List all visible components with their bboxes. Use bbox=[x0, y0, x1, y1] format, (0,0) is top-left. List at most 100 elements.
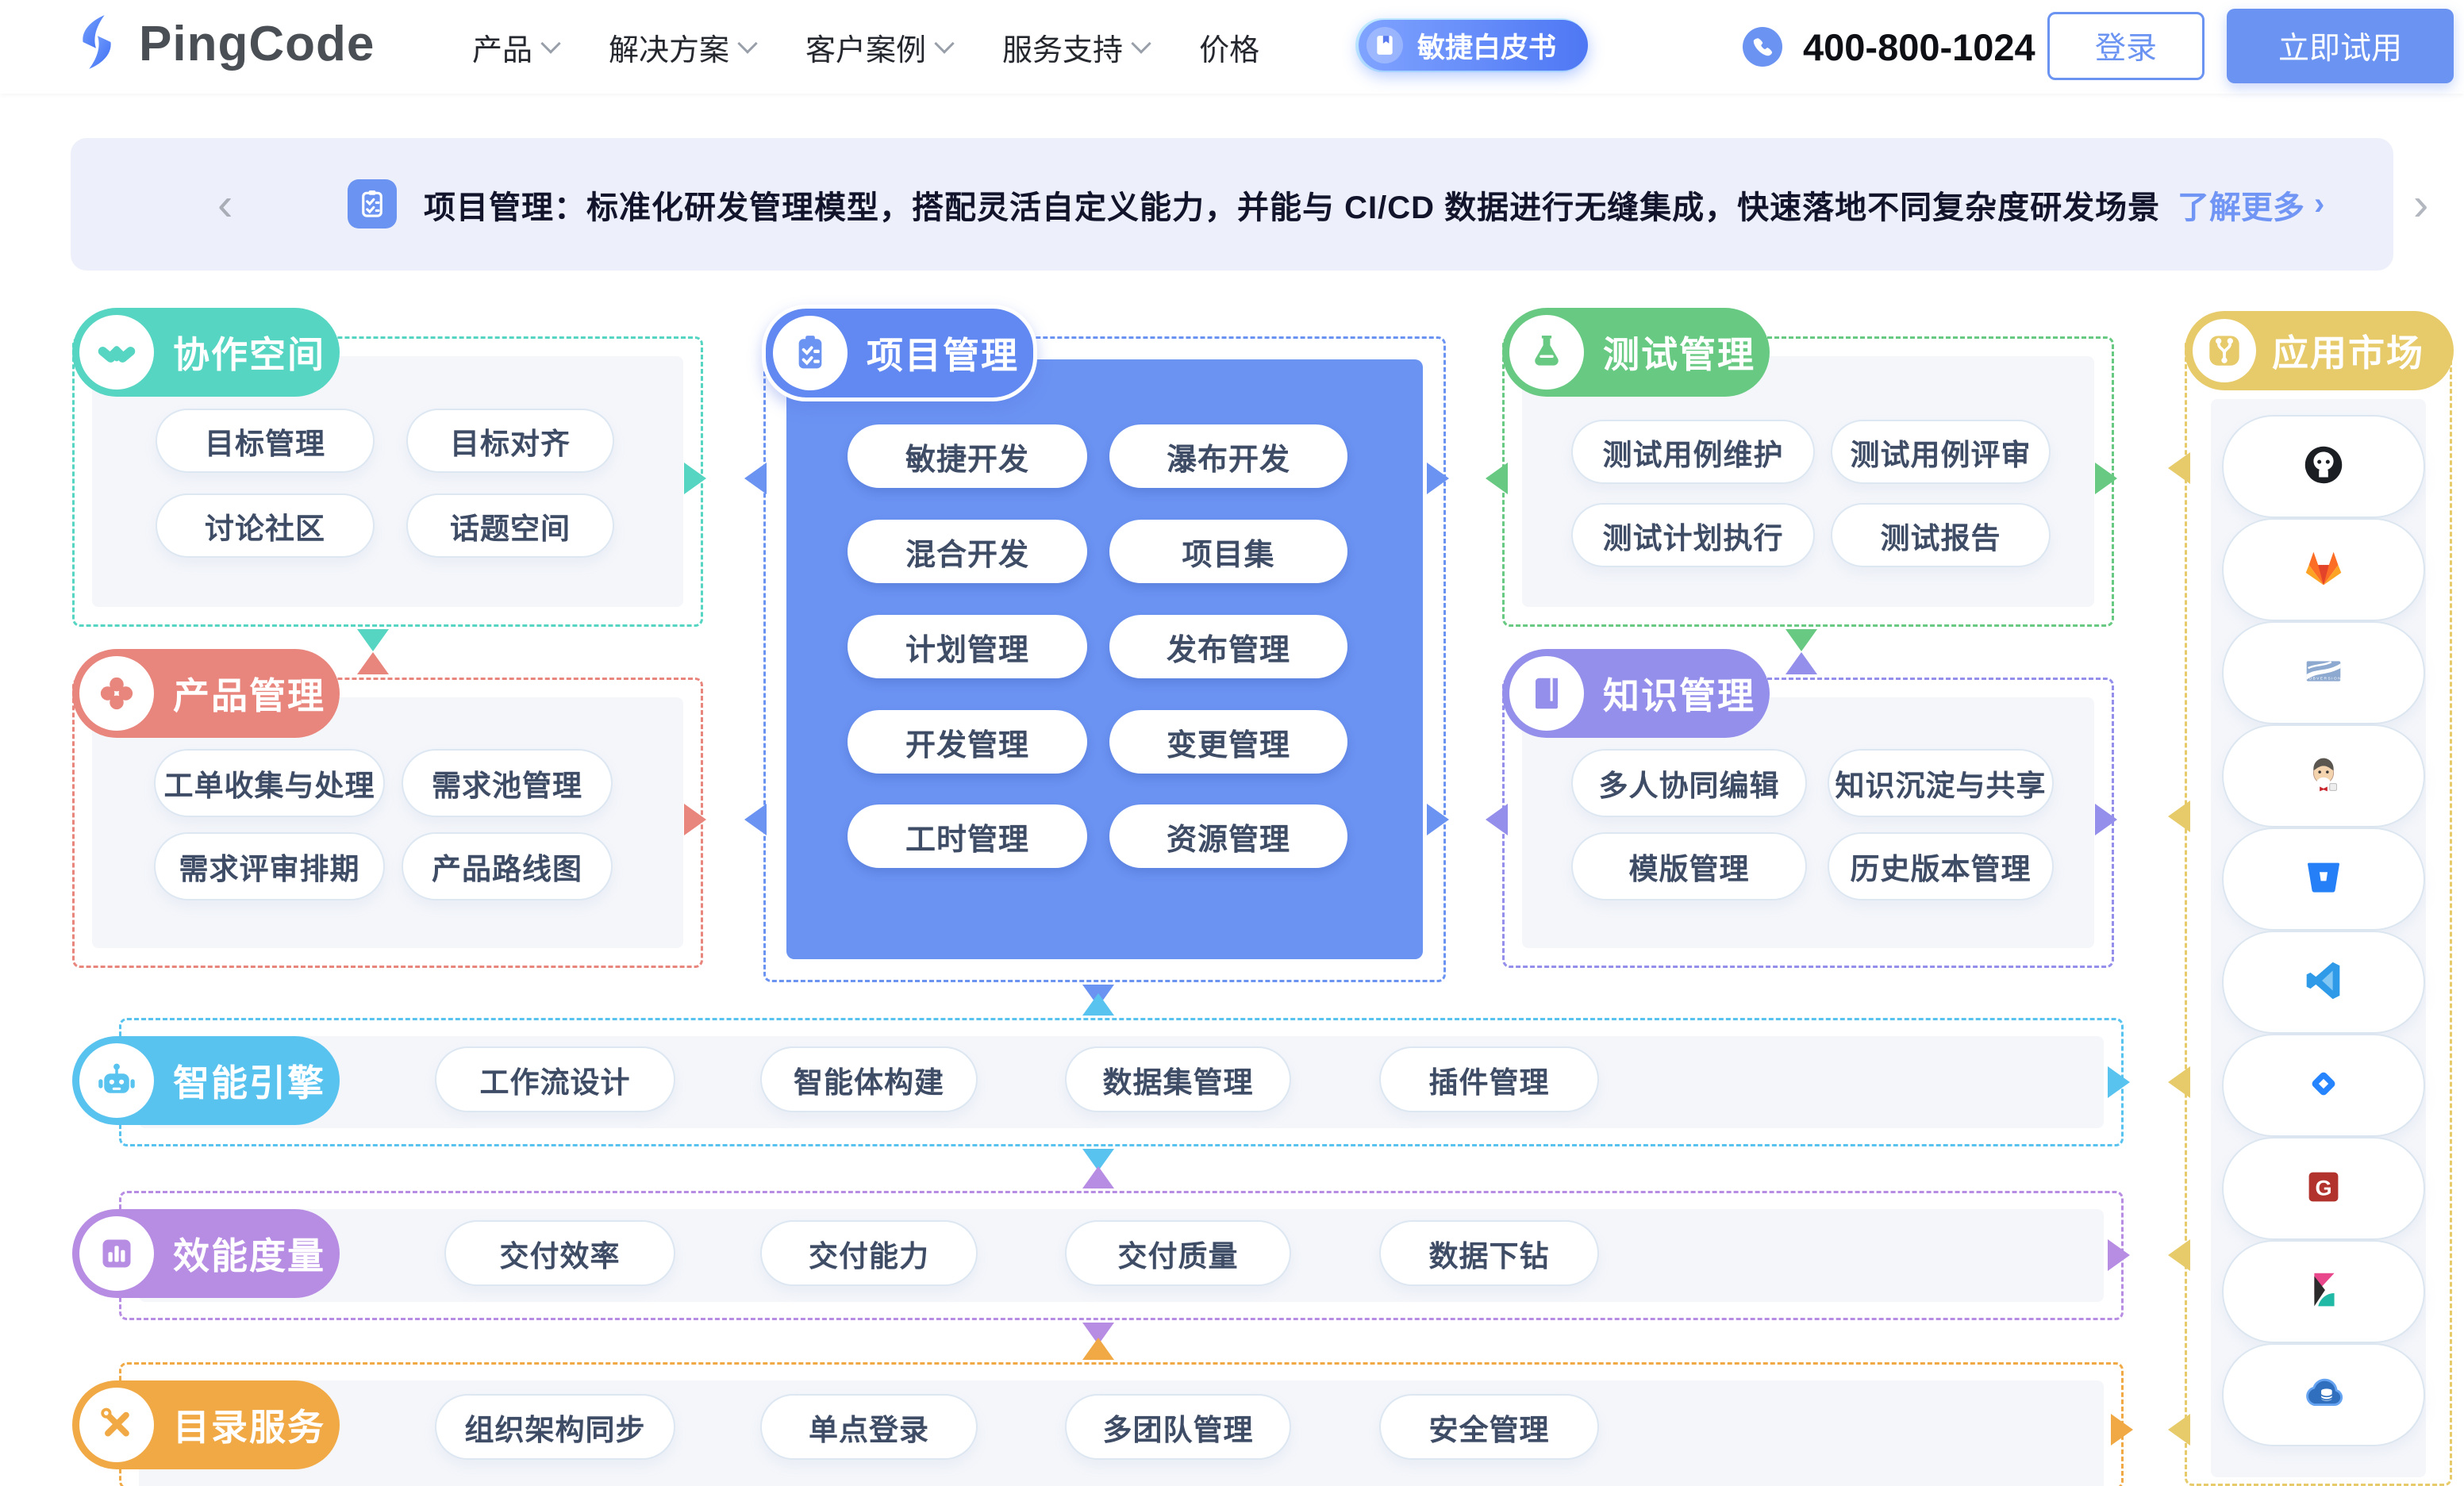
app-vscode[interactable] bbox=[2222, 931, 2425, 1034]
feature-pill[interactable]: 测试用例维护 bbox=[1571, 420, 1815, 484]
feature-pill[interactable]: 交付质量 bbox=[1065, 1220, 1291, 1286]
metrics-label: 效能度量 bbox=[72, 1209, 340, 1298]
nav-item-solutions[interactable]: 解决方案 bbox=[609, 25, 755, 69]
feature-pill[interactable]: 需求池管理 bbox=[402, 749, 613, 817]
feature-pill[interactable]: 混合开发 bbox=[848, 520, 1087, 583]
phone-icon bbox=[1743, 27, 1782, 67]
phone-contact[interactable]: 400-800-1024 bbox=[1743, 0, 2035, 94]
connector-arrow bbox=[2168, 1239, 2190, 1271]
feature-pill[interactable]: 插件管理 bbox=[1379, 1046, 1599, 1112]
main-menu: 产品 解决方案 客户案例 服务支持 价格 bbox=[472, 0, 1259, 94]
feature-pill[interactable]: 单点登录 bbox=[760, 1394, 978, 1460]
app-github[interactable] bbox=[2222, 415, 2425, 518]
knowledge-label: 知识管理 bbox=[1502, 649, 1770, 738]
feature-pill[interactable]: 历史版本管理 bbox=[1828, 832, 2054, 900]
jira-icon bbox=[2299, 1059, 2348, 1112]
feature-pill[interactable]: 讨论社区 bbox=[156, 493, 375, 558]
connector-arrow bbox=[684, 463, 706, 494]
feature-pill[interactable]: 项目集 bbox=[1109, 520, 1347, 583]
github-icon bbox=[2299, 440, 2348, 493]
pingcode-logo[interactable]: PingCode bbox=[72, 13, 375, 75]
feature-pill[interactable]: 敏捷开发 bbox=[848, 424, 1087, 488]
connector-arrow bbox=[1427, 804, 1449, 835]
product-label: 产品管理 bbox=[72, 649, 340, 738]
connector-arrow bbox=[1486, 804, 1508, 835]
feature-pill[interactable]: 工单收集与处理 bbox=[154, 749, 385, 817]
feature-pill[interactable]: 资源管理 bbox=[1109, 804, 1347, 868]
feature-pill[interactable]: 发布管理 bbox=[1109, 615, 1347, 678]
app-cloud-database[interactable] bbox=[2222, 1343, 2425, 1446]
connector-arrow bbox=[2168, 801, 2190, 832]
feature-pill[interactable]: 数据下钻 bbox=[1379, 1220, 1599, 1286]
connector-arrow bbox=[1486, 463, 1508, 494]
connector-arrow bbox=[357, 652, 389, 674]
feature-pill[interactable]: 多人协同编辑 bbox=[1571, 749, 1807, 817]
gitee-icon: G bbox=[2299, 1162, 2348, 1215]
chevron-down-icon bbox=[540, 33, 560, 53]
banner-title: 项目管理：标准化研发管理模型，搭配灵活自定义能力，并能与 CI/CD 数据进行无… bbox=[424, 138, 2160, 271]
feature-pill[interactable]: 瀑布开发 bbox=[1109, 424, 1347, 488]
feature-pill[interactable]: 目标对齐 bbox=[406, 409, 614, 473]
feature-pill[interactable]: 测试报告 bbox=[1831, 503, 2051, 567]
jenkins-icon bbox=[2299, 750, 2348, 803]
feature-pill[interactable]: 模版管理 bbox=[1571, 832, 1807, 900]
feature-pill[interactable]: 测试用例评审 bbox=[1831, 420, 2051, 484]
feature-pill[interactable]: 计划管理 bbox=[848, 615, 1087, 678]
feature-pill[interactable]: 目标管理 bbox=[156, 409, 375, 473]
app-gitee[interactable]: G bbox=[2222, 1137, 2425, 1240]
connector-arrow bbox=[2108, 1239, 2130, 1271]
app-jira[interactable] bbox=[2222, 1034, 2425, 1137]
cloud-database-icon bbox=[2299, 1369, 2348, 1422]
app-subversion[interactable]: SUBVERSION bbox=[2222, 621, 2425, 724]
app-kibana[interactable] bbox=[2222, 1240, 2425, 1343]
directory-label: 目录服务 bbox=[72, 1380, 340, 1469]
feature-pill[interactable]: 需求评审排期 bbox=[154, 832, 385, 900]
connector-arrow bbox=[1082, 1338, 1114, 1360]
connector-arrow bbox=[357, 629, 389, 651]
free-trial-button[interactable]: 立即试用 bbox=[2227, 9, 2454, 83]
connector-arrow bbox=[2168, 452, 2190, 484]
top-navbar: PingCode 产品 解决方案 客户案例 服务支持 价格 敏捷白皮书 bbox=[0, 0, 2464, 94]
feature-pill[interactable]: 工作流设计 bbox=[435, 1046, 675, 1112]
feature-pill[interactable]: 话题空间 bbox=[406, 493, 614, 558]
project-checklist-icon bbox=[773, 316, 848, 390]
feature-pill[interactable]: 安全管理 bbox=[1379, 1394, 1599, 1460]
feature-pill[interactable]: 变更管理 bbox=[1109, 710, 1347, 774]
connector-arrow bbox=[1786, 652, 1817, 674]
bitbucket-icon bbox=[2299, 853, 2348, 906]
whitepaper-badge-button[interactable]: 敏捷白皮书 bbox=[1359, 20, 1588, 71]
feature-pill[interactable]: 数据集管理 bbox=[1065, 1046, 1291, 1112]
feature-pill[interactable]: 交付效率 bbox=[444, 1220, 675, 1286]
nav-item-products[interactable]: 产品 bbox=[472, 25, 558, 69]
nav-item-pricing[interactable]: 价格 bbox=[1199, 25, 1259, 69]
feature-pill[interactable]: 组织架构同步 bbox=[435, 1394, 675, 1460]
banner-prev-button[interactable]: ‹ bbox=[217, 182, 233, 228]
connector-arrow bbox=[2168, 1066, 2190, 1098]
svg-text:G: G bbox=[2315, 1175, 2331, 1200]
nav-item-support[interactable]: 服务支持 bbox=[1002, 25, 1148, 69]
learn-more-link[interactable]: 了解更多› bbox=[2178, 138, 2324, 271]
app-bitbucket[interactable] bbox=[2222, 827, 2425, 931]
svg-text:SUBVERSION: SUBVERSION bbox=[2305, 676, 2342, 681]
feature-pill[interactable]: 开发管理 bbox=[848, 710, 1087, 774]
nav-item-customers[interactable]: 客户案例 bbox=[805, 25, 951, 69]
connector-arrow bbox=[2111, 1414, 2133, 1446]
login-button[interactable]: 登录 bbox=[2047, 12, 2205, 80]
feature-pill[interactable]: 多团队管理 bbox=[1065, 1394, 1291, 1460]
connector-arrow bbox=[2168, 1414, 2190, 1446]
connector-arrow bbox=[2108, 1066, 2130, 1098]
chevron-down-icon bbox=[1131, 33, 1151, 53]
app-jenkins[interactable] bbox=[2222, 724, 2425, 827]
feature-pill[interactable]: 智能体构建 bbox=[760, 1046, 978, 1112]
connector-arrow bbox=[684, 804, 706, 835]
feature-pill[interactable]: 工时管理 bbox=[848, 804, 1087, 868]
bar-chart-icon bbox=[79, 1216, 154, 1291]
banner-next-button[interactable]: › bbox=[2413, 182, 2428, 228]
feature-pill[interactable]: 交付能力 bbox=[760, 1220, 978, 1286]
app-gitlab[interactable] bbox=[2222, 518, 2425, 621]
feature-pill[interactable]: 知识沉淀与共享 bbox=[1828, 749, 2054, 817]
feature-pill[interactable]: 产品路线图 bbox=[402, 832, 613, 900]
feature-pill[interactable]: 测试计划执行 bbox=[1571, 503, 1815, 567]
connector-arrow bbox=[1786, 629, 1817, 651]
handshake-icon bbox=[79, 315, 154, 390]
